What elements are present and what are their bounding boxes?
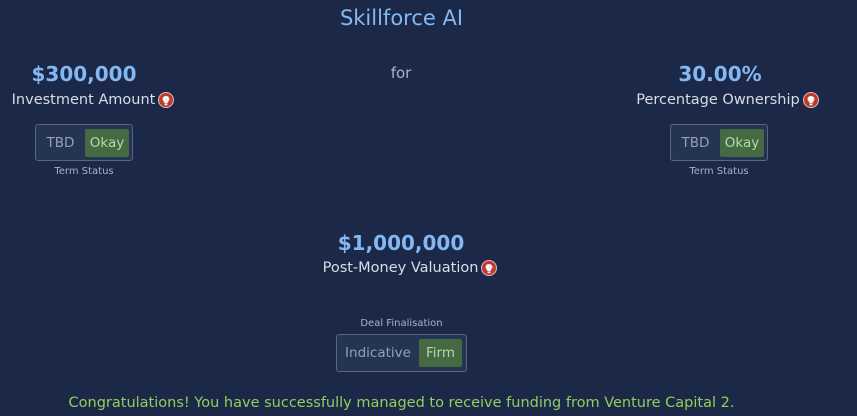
term-status-okay-option[interactable]: Okay [85, 128, 129, 157]
deal-indicative-option[interactable]: Indicative [340, 339, 416, 367]
lightbulb-help-icon[interactable] [481, 260, 498, 276]
post-money-valuation-label-row: Post-Money Valuation [300, 260, 520, 276]
investment-term-status-toggle[interactable]: TBD Okay [35, 124, 133, 161]
percentage-ownership-label: Percentage Ownership [636, 92, 800, 108]
investment-term-status-caption: Term Status [54, 166, 114, 177]
term-status-okay-option[interactable]: Okay [720, 128, 764, 157]
percentage-ownership-value: 30.00% [678, 62, 762, 86]
investment-amount-value: $300,000 [31, 62, 137, 86]
for-connector: for [390, 64, 412, 82]
deal-firm-option[interactable]: Firm [419, 339, 462, 367]
post-money-valuation-label: Post-Money Valuation [322, 260, 479, 276]
investment-amount-label: Investment Amount [11, 92, 156, 108]
funding-success-message: Congratulations! You have successfully m… [68, 395, 735, 411]
company-name: Skillforce AI [339, 6, 464, 30]
ownership-term-status-caption: Term Status [689, 166, 749, 177]
deal-finalisation-toggle[interactable]: Indicative Firm [336, 334, 467, 372]
term-status-tbd-option[interactable]: TBD [39, 129, 82, 157]
ownership-term-status-toggle[interactable]: TBD Okay [670, 124, 768, 161]
lightbulb-help-icon[interactable] [158, 92, 175, 108]
investment-amount-label-row: Investment Amount [0, 92, 186, 108]
term-status-tbd-option[interactable]: TBD [674, 129, 717, 157]
percentage-ownership-label-row: Percentage Ownership [620, 92, 835, 108]
deal-finalisation-caption: Deal Finalisation [360, 318, 443, 329]
post-money-valuation-value: $1,000,000 [337, 231, 465, 255]
lightbulb-help-icon[interactable] [802, 92, 819, 108]
